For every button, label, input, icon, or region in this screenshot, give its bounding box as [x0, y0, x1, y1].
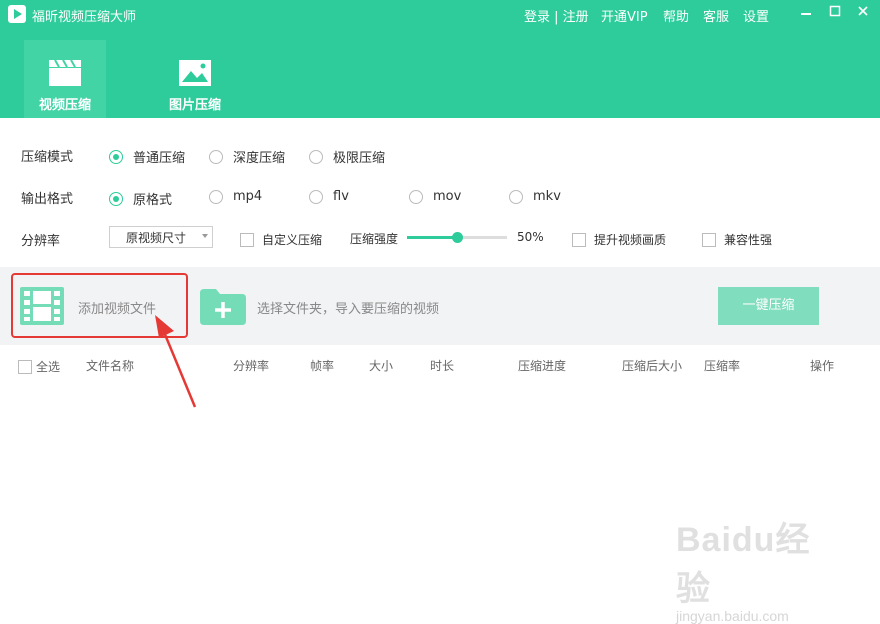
close-button[interactable] [855, 5, 871, 21]
checkbox-icon [18, 359, 32, 374]
close-icon [858, 6, 868, 16]
watermark-brand: Baidu经验 [676, 521, 811, 608]
radio-format-mp4[interactable]: mp4 [209, 189, 262, 204]
radio-label: flv [333, 189, 349, 204]
checkbox-label: 自定义压缩 [262, 233, 323, 247]
custom-compress-checkbox[interactable]: 自定义压缩 [240, 231, 322, 248]
column-header-resolution: 分辨率 [233, 359, 270, 373]
radio-format-original[interactable]: 原格式 [109, 189, 172, 208]
radio-unchecked-icon [309, 149, 323, 164]
tab-label: 视频压缩 [38, 98, 91, 113]
clapperboard-icon [49, 60, 81, 86]
checkbox-icon [572, 232, 586, 247]
radio-format-flv[interactable]: flv [309, 189, 349, 204]
column-header-filename: 文件名称 [86, 359, 135, 373]
settings-link[interactable]: 设置 [743, 6, 769, 25]
checkbox-icon [702, 232, 716, 247]
radio-format-mov[interactable]: mov [409, 189, 461, 204]
radio-unchecked-icon [309, 189, 323, 204]
radio-label: mkv [533, 189, 561, 204]
radio-unchecked-icon [509, 189, 523, 204]
baidu-watermark: Baidu经验 jingyan.baidu.com [676, 512, 836, 624]
radio-unchecked-icon [209, 149, 223, 164]
column-header-progress: 压缩进度 [518, 359, 567, 373]
radio-format-mkv[interactable]: mkv [509, 189, 561, 204]
compress-mode-label: 压缩模式 [21, 150, 74, 165]
strength-slider[interactable] [407, 232, 507, 243]
vip-link[interactable]: 开通VIP [601, 6, 648, 25]
checkbox-label: 提升视频画质 [594, 233, 667, 247]
compat-checkbox[interactable]: 兼容性强 [702, 231, 772, 248]
maximize-icon [829, 5, 841, 17]
radio-label: 原格式 [133, 193, 173, 208]
service-link[interactable]: 客服 [703, 6, 729, 25]
app-header: 福昕视频压缩大师 登录 | 注册 开通VIP 帮助 客服 设置 视频压缩 图片压… [0, 0, 880, 118]
chevron-down-icon [202, 234, 208, 238]
tab-label: 图片压缩 [168, 98, 221, 113]
column-header-duration: 时长 [430, 359, 455, 373]
slider-fill [407, 236, 457, 239]
column-header-size: 大小 [369, 359, 394, 373]
radio-deep-compress[interactable]: 深度压缩 [209, 147, 285, 166]
resolution-select-value: 原视频尺寸 [126, 231, 187, 245]
compress-all-button[interactable]: 一键压缩 [718, 287, 819, 325]
radio-label: 深度压缩 [233, 151, 286, 166]
checkbox-icon [240, 232, 254, 247]
resolution-select[interactable]: 原视频尺寸 [109, 226, 213, 248]
maximize-button[interactable] [827, 5, 843, 21]
radio-label: 普通压缩 [133, 151, 186, 166]
output-format-row: 输出格式 原格式 mp4 flv mov mkv [0, 182, 880, 212]
slider-thumb[interactable] [452, 232, 463, 243]
app-title: 福昕视频压缩大师 [32, 10, 137, 25]
select-folder-button[interactable]: 选择文件夹，导入要压缩的视频 [257, 298, 439, 317]
strength-value: 50% [517, 230, 544, 244]
radio-unchecked-icon [409, 189, 423, 204]
tab-video-compress[interactable]: 视频压缩 [24, 40, 106, 118]
radio-checked-icon [109, 191, 123, 206]
radio-label: 极限压缩 [333, 151, 386, 166]
radio-normal-compress[interactable]: 普通压缩 [109, 147, 185, 166]
compress-mode-row: 压缩模式 普通压缩 深度压缩 极限压缩 [0, 140, 880, 170]
tab-image-compress[interactable]: 图片压缩 [148, 40, 242, 118]
column-header-actions: 操作 [810, 359, 835, 373]
app-logo-icon [8, 5, 26, 23]
checkbox-label: 兼容性强 [724, 233, 773, 247]
output-format-label: 输出格式 [21, 192, 74, 207]
resolution-label: 分辨率 [21, 234, 61, 249]
table-header: 全选 文件名称 分辨率 帧率 大小 时长 压缩进度 压缩后大小 压缩率 操作 [0, 353, 880, 377]
select-all-label: 全选 [36, 360, 61, 374]
enhance-quality-checkbox[interactable]: 提升视频画质 [572, 231, 666, 248]
radio-label: mp4 [233, 189, 263, 204]
help-link[interactable]: 帮助 [663, 6, 689, 25]
minimize-icon [801, 13, 811, 15]
minimize-button[interactable] [798, 5, 814, 21]
radio-checked-icon [109, 149, 123, 164]
radio-label: mov [433, 189, 462, 204]
resolution-row: 分辨率 原视频尺寸 自定义压缩 压缩强度 50% 提升视频画质 兼容性强 [0, 224, 880, 254]
login-register-link[interactable]: 登录 | 注册 [524, 6, 589, 25]
radio-unchecked-icon [209, 189, 223, 204]
column-header-framerate: 帧率 [310, 359, 335, 373]
column-header-ratio: 压缩率 [704, 359, 741, 373]
strength-label: 压缩强度 [350, 232, 399, 246]
select-all-checkbox[interactable]: 全选 [18, 358, 60, 375]
image-icon [179, 60, 211, 86]
watermark-url: jingyan.baidu.com [676, 608, 789, 624]
column-header-compressed-size: 压缩后大小 [622, 359, 683, 373]
radio-extreme-compress[interactable]: 极限压缩 [309, 147, 385, 166]
